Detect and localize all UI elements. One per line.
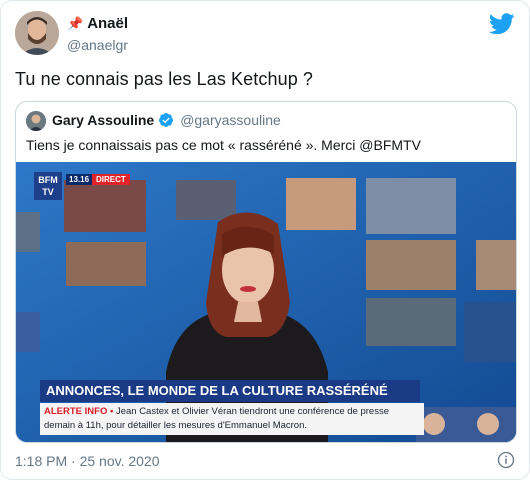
- tv-screenshot[interactable]: BFM TV 13.16 DIRECT ANNONCES, LE MONDE D…: [16, 162, 516, 442]
- quoted-tweet[interactable]: Gary Assouline @garyassouline Tiens je c…: [15, 101, 517, 443]
- quoted-author-avatar[interactable]: [26, 111, 46, 131]
- quoted-tweet-text: Tiens je connaissais pas ce mot « rassér…: [26, 137, 421, 153]
- tweet-text: Tu ne connais pas les Las Ketchup ?: [15, 69, 314, 89]
- quoted-author-row[interactable]: Gary Assouline @garyassouline: [52, 112, 281, 128]
- twitter-bird-icon[interactable]: [489, 13, 515, 35]
- bfm-logo: BFM TV: [34, 172, 62, 200]
- author-name-row[interactable]: 📌 Anaël: [67, 15, 128, 32]
- tv-headline: ANNONCES, LE MONDE DE LA CULTURE RASSÉRÉ…: [40, 380, 420, 402]
- tweet-card: 📌 Anaël @anaelgr Tu ne connais pas les L…: [0, 0, 530, 480]
- live-label: DIRECT: [92, 174, 130, 185]
- info-icon[interactable]: [497, 451, 515, 469]
- quoted-author-name[interactable]: Gary Assouline: [52, 112, 154, 128]
- quoted-author-handle[interactable]: @garyassouline: [180, 112, 281, 128]
- live-time: 13.16: [66, 174, 93, 185]
- tweet-timestamp[interactable]: 1:18 PM · 25 nov. 2020: [15, 453, 160, 469]
- author-handle[interactable]: @anaelgr: [67, 37, 128, 53]
- author-name[interactable]: Anaël: [87, 15, 128, 32]
- alert-ticker: ALERTE INFO • Jean Castex et Olivier Vér…: [40, 403, 424, 435]
- author-avatar[interactable]: [15, 11, 59, 55]
- alert-label: ALERTE INFO •: [44, 406, 114, 417]
- pin-icon: 📌: [67, 15, 84, 31]
- verified-badge-icon: [159, 113, 174, 127]
